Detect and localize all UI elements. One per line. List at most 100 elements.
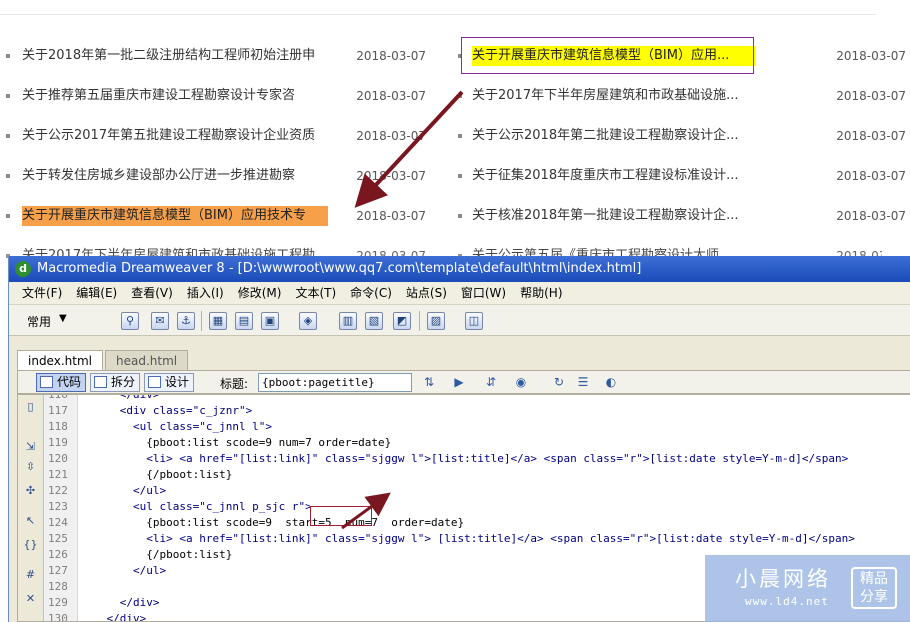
comment-icon[interactable]: ▧ (365, 312, 383, 330)
menu-window[interactable]: 窗口(W) (454, 282, 513, 304)
menu-site[interactable]: 站点(S) (399, 282, 454, 304)
code-line[interactable]: <ul class="c_jnnl p_sjc r"> (80, 499, 312, 515)
date-icon[interactable]: ▥ (339, 312, 357, 330)
menu-file[interactable]: 文件(F) (15, 282, 69, 304)
line-number: 129 (48, 596, 68, 609)
code-line[interactable]: <li> <a href="[list:link]" class="sjggw … (80, 451, 848, 467)
code-line[interactable]: {pboot:list scode=9 start=5 num=7 order=… (80, 515, 464, 531)
chevron-down-icon[interactable]: ▼ (59, 313, 67, 324)
watermark-badge: 精品 分享 (851, 567, 897, 609)
file-management-icon[interactable]: ⇅ (420, 374, 438, 391)
menu-modify[interactable]: 修改(M) (231, 282, 289, 304)
bullet-icon (458, 174, 462, 178)
list-item[interactable]: 关于2018年第一批二级注册结构工程师初始注册申 2018-03-07 (0, 36, 430, 76)
watermark-name: 小晨网络 (735, 567, 831, 591)
menu-insert[interactable]: 插入(I) (180, 282, 231, 304)
hyperlink-icon[interactable]: ⚲ (121, 312, 139, 330)
news-date: 2018-03-07 (836, 129, 906, 143)
menu-help[interactable]: 帮助(H) (513, 282, 569, 304)
line-number: 120 (48, 452, 68, 465)
code-line[interactable]: </ul> (80, 483, 166, 499)
news-title[interactable]: 关于转发住房城乡建设部办公厅进一步推进勘察 (22, 166, 332, 186)
balance-braces-icon[interactable]: {} (23, 537, 38, 552)
table-icon[interactable]: ▦ (209, 312, 227, 330)
watermark: 小晨网络 www.ld4.net 精品 分享 (705, 555, 910, 622)
line-number: 126 (48, 548, 68, 561)
news-title[interactable]: 关于征集2018年度重庆市工程建设标准设计... (472, 166, 756, 186)
line-number: 121 (48, 468, 68, 481)
open-documents-icon[interactable]: ▯ (23, 399, 38, 414)
split-view-button[interactable]: 拆分 (90, 373, 141, 392)
news-title[interactable]: 关于公示2017年第五批建设工程勘察设计企业资质 (22, 126, 332, 146)
list-item[interactable]: 关于公示2018年第二批建设工程勘察设计企... 2018-03-07 (452, 116, 906, 156)
news-title[interactable]: 关于公示2018年第二批建设工程勘察设计企... (472, 126, 756, 146)
code-line[interactable]: </div> (80, 595, 160, 611)
code-line[interactable]: </div> (80, 395, 160, 403)
list-item[interactable]: 关于核准2018年第一批建设工程勘察设计企... 2018-03-07 (452, 196, 906, 236)
view-options-icon[interactable]: ☰ (574, 374, 592, 391)
menu-commands[interactable]: 命令(C) (343, 282, 399, 304)
bullet-icon (6, 134, 10, 138)
visual-aids-icon[interactable]: ◐ (602, 374, 620, 391)
code-line[interactable]: <ul class="c_jnnl l"> (80, 419, 272, 435)
list-item[interactable]: 关于公示2017年第五批建设工程勘察设计企业资质 2018-03-07 (0, 116, 430, 156)
collapse-selection-icon[interactable]: ⇳ (23, 459, 38, 474)
line-numbers-icon[interactable]: # (23, 567, 38, 582)
named-anchor-icon[interactable]: ⚓ (177, 312, 195, 330)
code-line[interactable]: {/pboot:list} (80, 547, 232, 563)
menu-view[interactable]: 查看(V) (124, 282, 180, 304)
collapse-tag-icon[interactable]: ⇲ (23, 439, 38, 454)
news-list-left: 关于2018年第一批二级注册结构工程师初始注册申 2018-03-07 关于推荐… (0, 36, 430, 258)
list-item[interactable]: 关于征集2018年度重庆市工程建设标准设计... 2018-03-07 (452, 156, 906, 196)
code-line[interactable]: <div class="c_jznr"> (80, 403, 252, 419)
code-line[interactable]: </ul> (80, 563, 166, 579)
news-title[interactable]: 关于2018年第一批二级注册结构工程师初始注册申 (22, 46, 332, 66)
watermark-badge-line1: 精品 (860, 571, 888, 587)
layer-icon[interactable]: ▤ (235, 312, 253, 330)
code-line[interactable]: {/pboot:list} (80, 467, 232, 483)
bullet-icon (6, 174, 10, 178)
news-title[interactable]: 关于2017年下半年房屋建筑和市政基础设施... (472, 86, 756, 106)
list-item[interactable]: 关于公示第五届《重庆市工程勘察设计大师... 2018-03-07 (452, 236, 882, 258)
list-item-highlighted[interactable]: 关于开展重庆市建筑信息模型（BIM）应用技术专 2018-03-07 (0, 196, 430, 236)
title-label: 标题: (220, 377, 249, 391)
list-item[interactable]: 关于2017年下半年房屋建筑和市政基础设施工程勘 2018-03-07 (0, 236, 430, 258)
refresh-icon[interactable]: ↻ (550, 374, 568, 391)
templates-icon[interactable]: ▨ (427, 312, 445, 330)
tag-chooser-icon[interactable]: ◩ (393, 312, 411, 330)
menu-text[interactable]: 文本(T) (288, 282, 343, 304)
bullet-icon (458, 214, 462, 218)
coding-toolbar: ▯ ⇲ ⇳ ✣ ↖ {} # ✕ (18, 395, 44, 621)
insert-category-select[interactable]: 常用 (27, 313, 51, 330)
browser-globe-icon[interactable]: ◉ (512, 374, 530, 391)
more-link-fragment[interactable] (858, 0, 862, 8)
line-number: 117 (48, 404, 68, 417)
news-title-highlighted[interactable]: 关于开展重庆市建筑信息模型（BIM）应用技术专 (22, 206, 328, 226)
list-item[interactable]: 关于转发住房城乡建设部办公厅进一步推进勘察 2018-03-07 (0, 156, 430, 196)
split-view-icon (94, 376, 107, 388)
highlight-invalid-code-icon[interactable]: ✕ (23, 591, 38, 606)
email-link-icon[interactable]: ✉ (151, 312, 169, 330)
code-line[interactable]: {pboot:list scode=9 num=7 order=date} (80, 435, 391, 451)
window-titlebar[interactable]: d Macromedia Dreamweaver 8 - [D:\wwwroot… (9, 256, 910, 282)
news-title[interactable]: 关于核准2018年第一批建设工程勘察设计企... (472, 206, 756, 226)
expand-all-icon[interactable]: ✣ (23, 483, 38, 498)
select-parent-tag-icon[interactable]: ↖ (23, 513, 38, 528)
design-view-button[interactable]: 设计 (144, 373, 195, 392)
page-title-input[interactable]: {pboot:pagetitle} (258, 373, 412, 392)
tab-head-html[interactable]: head.html (104, 350, 189, 370)
refresh-design-icon[interactable]: ⇵ (482, 374, 500, 391)
media-icon[interactable]: ◈ (299, 312, 317, 330)
code-line[interactable]: <li> <a href="[list:link]" class="sjggw … (80, 531, 855, 547)
list-item[interactable]: 关于推荐第五届重庆市建设工程勘察设计专家咨 2018-03-07 (0, 76, 430, 116)
news-title[interactable]: 关于推荐第五届重庆市建设工程勘察设计专家咨 (22, 86, 332, 106)
header-divider (0, 14, 876, 15)
preview-icon[interactable]: ▶ (450, 374, 468, 391)
tab-index-html[interactable]: index.html (17, 350, 103, 370)
code-view-button[interactable]: 代码 (36, 373, 87, 392)
menu-edit[interactable]: 编辑(E) (69, 282, 124, 304)
image-icon[interactable]: ▣ (261, 312, 279, 330)
code-line[interactable]: </div> (80, 611, 146, 621)
list-item[interactable]: 关于2017年下半年房屋建筑和市政基础设施... 2018-03-07 (452, 76, 906, 116)
tag-editor-icon[interactable]: ◫ (465, 312, 483, 330)
